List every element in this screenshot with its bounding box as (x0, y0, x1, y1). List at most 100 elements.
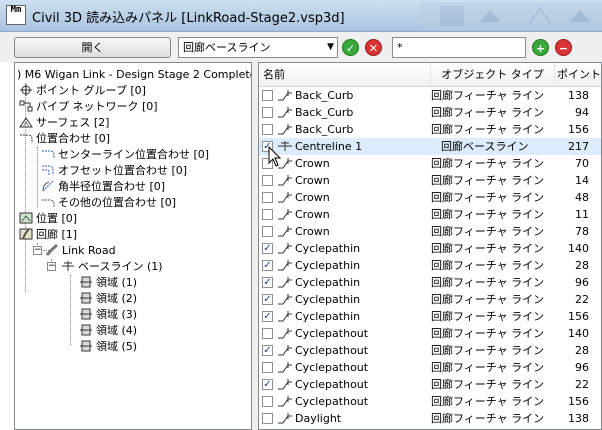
row-name-cell: Cyclepathout (277, 376, 368, 393)
tree-item-corridors[interactable]: 回廊 [1] (19, 227, 77, 243)
row-checkbox[interactable]: ✓ (262, 345, 273, 356)
table-row[interactable]: Back_Curb 回廊フィーチャ ライン 94 (259, 104, 601, 121)
table-row[interactable]: ✓ Cyclepathin 回廊フィーチャ ライン 140 (259, 240, 601, 257)
table-row[interactable]: Crown 回廊フィーチャ ライン 48 (259, 189, 601, 206)
filter-input[interactable]: * (392, 37, 526, 58)
table-row[interactable]: Cyclepathout 回廊フィーチャ ライン 96 (259, 359, 601, 376)
row-type: 回廊フィーチャ ライン (431, 395, 545, 408)
feature-line-icon (278, 90, 292, 101)
row-checkbox[interactable] (262, 90, 273, 101)
tree-item-region-2[interactable]: 領域 (2) (79, 291, 137, 307)
feature-line-icon (278, 243, 292, 254)
table-row[interactable]: Crown 回廊フィーチャ ライン 78 (259, 223, 601, 240)
x-icon[interactable]: ✕ (365, 39, 382, 56)
object-tree[interactable]: ) M6 Wigan Link - Design Stage 2 Complet… (14, 62, 252, 430)
row-checkbox[interactable] (262, 362, 273, 373)
row-checkbox[interactable]: ✓ (262, 243, 273, 254)
tree-item-curb-return-alignments[interactable]: 角半径位置合わせ [0] (41, 179, 165, 195)
row-points: 14 (575, 174, 589, 187)
row-checkbox[interactable] (262, 124, 273, 135)
row-name: Back_Curb (295, 123, 354, 136)
row-checkbox[interactable]: ✓ (262, 379, 273, 390)
object-type-select[interactable]: 回廊ベースライン ▼ (178, 37, 338, 58)
tree-item-pipe-networks[interactable]: パイプ ネットワーク [0] (19, 99, 158, 115)
road-icon (45, 244, 58, 256)
tree-item-label: センターライン位置合わせ [0] (58, 148, 210, 161)
table-row[interactable]: ✓ Cyclepathin 回廊フィーチャ ライン 28 (259, 257, 601, 274)
row-checkbox[interactable] (262, 107, 273, 118)
table-row[interactable]: Cyclepathout 回廊フィーチャ ライン 156 (259, 393, 601, 410)
tree-item-region-5[interactable]: 領域 (5) (79, 339, 137, 355)
table-row[interactable]: ✓ Cyclepathin 回廊フィーチャ ライン 156 (259, 308, 601, 325)
table-row[interactable]: Crown 回廊フィーチャ ライン 14 (259, 172, 601, 189)
check-icon[interactable]: ✓ (342, 39, 359, 56)
tree-item-label: 領域 (1) (96, 276, 138, 289)
row-name: Crown (295, 208, 330, 221)
collapse-icon[interactable]: − (33, 246, 42, 255)
table-row[interactable]: ✓ Cyclepathout 回廊フィーチャ ライン 22 (259, 376, 601, 393)
tree-item-alignments[interactable]: 位置合わせ [0] (19, 131, 110, 147)
row-points: 140 (568, 242, 589, 255)
row-checkbox[interactable] (262, 175, 273, 186)
row-name: Back_Curb (295, 106, 354, 119)
row-name-cell: Cyclepathin (277, 274, 360, 291)
tree-item-region-4[interactable]: 領域 (4) (79, 323, 137, 339)
tree-item-offset-alignments[interactable]: オフセット位置合わせ [0] (41, 163, 187, 179)
object-list[interactable]: 名前 オブジェクト タイプ ポイント Back_Curb 回廊フィーチャ ライン 1… (258, 62, 602, 430)
collapse-icon[interactable]: − (47, 262, 56, 271)
table-row[interactable]: ✓ Cyclepathin 回廊フィーチャ ライン 96 (259, 274, 601, 291)
alignment-icon (42, 150, 55, 159)
title-bar: Mm Civil 3D 読み込みパネル [LinkRoad-Stage2.vsp… (0, 0, 602, 32)
table-row[interactable]: Crown 回廊フィーチャ ライン 70 (259, 155, 601, 172)
tree-item-misc-alignments[interactable]: その他の位置合わせ [0] (41, 195, 176, 211)
row-checkbox[interactable] (262, 396, 273, 407)
table-row[interactable]: ✓ Cyclepathin 回廊フィーチャ ライン 22 (259, 291, 601, 308)
row-checkbox[interactable] (262, 328, 273, 339)
feature-line-icon (278, 396, 292, 407)
row-points: 156 (568, 395, 589, 408)
row-checkbox[interactable]: ✓ (262, 277, 273, 288)
table-row[interactable]: Crown 回廊フィーチャ ライン 11 (259, 206, 601, 223)
table-row[interactable]: Back_Curb 回廊フィーチャ ライン 156 (259, 121, 601, 138)
column-header-name[interactable]: 名前 (259, 63, 431, 87)
misc-alignment-icon (42, 199, 55, 207)
row-checkbox[interactable] (262, 413, 273, 424)
tree-item-region-1[interactable]: 領域 (1) (79, 275, 137, 291)
row-checkbox[interactable]: ✓ (262, 260, 273, 271)
row-checkbox[interactable]: ✓ (262, 311, 273, 322)
table-row[interactable]: ✓ Cyclepathout 回廊フィーチャ ライン 28 (259, 342, 601, 359)
row-checkbox[interactable] (262, 192, 273, 203)
region-icon (80, 276, 92, 288)
column-header-points[interactable]: ポイント (555, 63, 601, 87)
feature-line-icon (278, 379, 292, 390)
table-row[interactable]: Daylight 回廊フィーチャ ライン 138 (259, 410, 601, 427)
open-button[interactable]: 開く (14, 37, 171, 58)
row-checkbox[interactable] (262, 209, 273, 220)
table-row[interactable]: Cyclepathout 回廊フィーチャ ライン 140 (259, 325, 601, 342)
row-checkbox[interactable]: ✓ (262, 294, 273, 305)
tree-item-link-road[interactable]: Link Road (45, 243, 116, 259)
tree-item-baseline[interactable]: ベースライン (1) (61, 259, 163, 275)
tree-item-region-3[interactable]: 領域 (3) (79, 307, 137, 323)
table-row[interactable]: Back_Curb 回廊フィーチャ ライン 138 (259, 87, 601, 104)
row-points: 156 (568, 310, 589, 323)
chevron-down-icon[interactable]: ▼ (327, 38, 334, 57)
tree-item-centerline-alignments[interactable]: センターライン位置合わせ [0] (41, 147, 209, 163)
tree-root[interactable]: ) M6 Wigan Link - Design Stage 2 Complet… (17, 67, 251, 83)
minus-icon[interactable]: − (555, 39, 572, 56)
row-type: 回廊フィーチャ ライン (431, 412, 545, 425)
row-checkbox[interactable] (262, 226, 273, 237)
tree-item-label: その他の位置合わせ [0] (58, 196, 177, 209)
row-name: Centreline 1 (295, 140, 363, 153)
tree-item-surfaces[interactable]: サーフェス [2] (19, 115, 109, 131)
tree-item-point-groups[interactable]: ポイント グループ [0] (19, 83, 146, 99)
plus-icon[interactable]: + (532, 39, 549, 56)
row-type: 回廊フィーチャ ライン (431, 293, 545, 306)
surface-icon (19, 117, 33, 128)
table-row[interactable]: ✓ Centreline 1 回廊ベースライン 217 (259, 138, 601, 155)
tree-item-sites[interactable]: 位置 [0] (19, 211, 77, 227)
tree-item-label: 位置合わせ [0] (36, 132, 111, 145)
row-type: 回廊フィーチャ ライン (431, 106, 545, 119)
column-header-type[interactable]: オブジェクト タイプ (431, 63, 555, 87)
row-name-cell: Cyclepathin (277, 240, 360, 257)
